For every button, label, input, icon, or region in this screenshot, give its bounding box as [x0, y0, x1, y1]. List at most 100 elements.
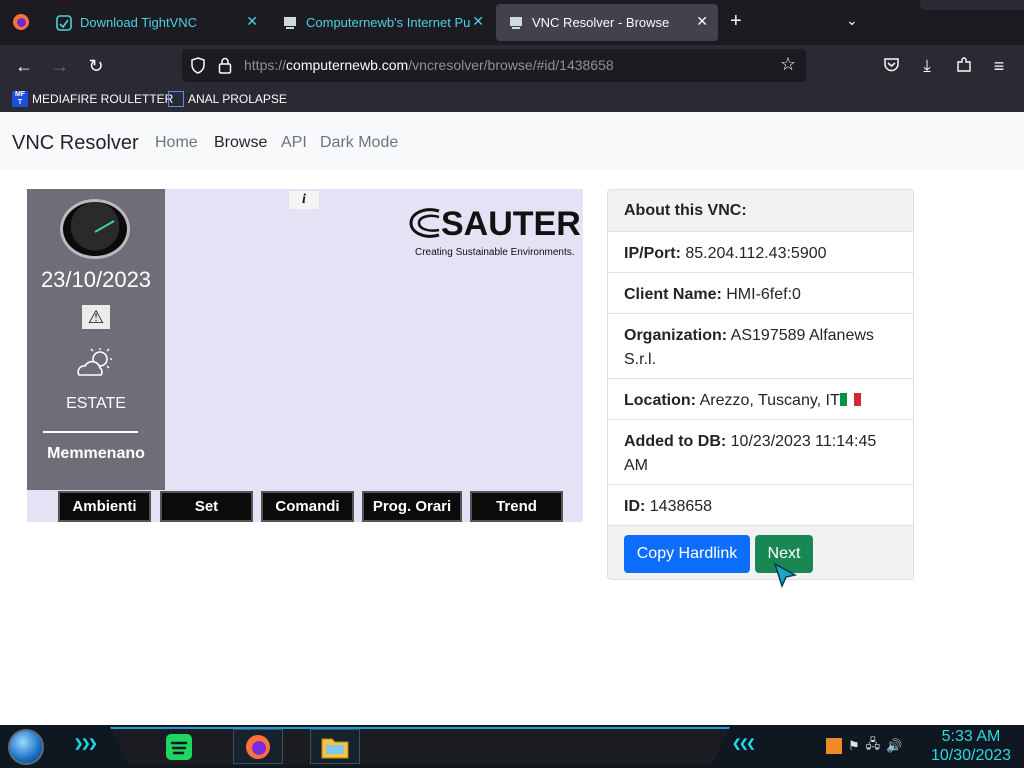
site-brand[interactable]: VNC Resolver: [12, 132, 139, 155]
firefox-icon: [246, 734, 270, 759]
field-value: Arezzo, Tuscany, IT: [699, 392, 840, 409]
tab-close-icon[interactable]: ✕: [472, 13, 484, 30]
copy-hardlink-button[interactable]: Copy Hardlink: [624, 535, 750, 573]
browser-tab-bar: Download TightVNC ✕ Computernewb's Inter…: [0, 0, 1024, 45]
nav-browse[interactable]: Browse: [214, 134, 267, 152]
nav-dark-mode[interactable]: Dark Mode: [320, 134, 398, 152]
tab-list-chevron-icon[interactable]: ⌄: [846, 12, 858, 29]
tab-label: Download TightVNC: [80, 15, 198, 30]
bookmark-label: MEDIAFIRE ROULETTER: [32, 92, 174, 106]
row-id: ID: 1438658: [608, 484, 913, 525]
info-icon: i: [289, 191, 319, 209]
row-organization: Organization: AS197589 Alfanews S.r.l.: [608, 313, 913, 378]
vnc-button-trend: Trend: [470, 491, 563, 522]
logo-tagline: Creating Sustainable Environments.: [415, 247, 575, 258]
taskbar-firefox[interactable]: [233, 729, 283, 764]
mouse-cursor-icon: [773, 562, 798, 589]
taskbar-clock[interactable]: 5:33 AM 10/30/2023: [924, 727, 1018, 765]
card-footer: Copy Hardlink Next: [608, 525, 913, 579]
flag-icon[interactable]: ⚑: [848, 738, 860, 754]
field-label: Organization:: [624, 327, 728, 344]
field-label: Client Name:: [624, 286, 722, 303]
back-arrow-icon[interactable]: ←: [11, 53, 37, 79]
logo-wordmark: SAUTER: [441, 205, 581, 243]
taskbar-decor-chevrons: ❮❮❮: [732, 738, 756, 750]
menu-hamburger-icon[interactable]: ≡: [986, 53, 1012, 79]
field-label: IP/Port:: [624, 245, 681, 262]
url-domain: computernewb.com: [286, 57, 409, 73]
field-label: Added to DB:: [624, 433, 727, 450]
row-ip-port: IP/Port: 85.204.112.43:5900: [608, 231, 913, 272]
clock-icon: [60, 199, 130, 259]
clock-time: 5:33 AM: [941, 728, 1001, 745]
site-navbar: VNC Resolver Home Browse API Dark Mode: [0, 112, 1024, 170]
vnc-screenshot: 23/10/2023 ⚠ ESTATE Memmenano i SAUTER C…: [27, 189, 583, 522]
forward-arrow-icon[interactable]: →: [47, 53, 73, 79]
lock-icon[interactable]: [218, 57, 232, 74]
mediafire-icon: MF T: [12, 91, 28, 107]
about-vnc-card: About this VNC: IP/Port: 85.204.112.43:5…: [607, 189, 914, 580]
vnc-button-set: Set: [160, 491, 253, 522]
tray-app-icon[interactable]: [826, 738, 842, 754]
url-bar[interactable]: https://computernewb.com/vncresolver/bro…: [182, 49, 806, 82]
field-label: Location:: [624, 392, 696, 409]
field-value: 1438658: [649, 498, 713, 515]
taskbar-decor-chevrons: ❯❯❯: [74, 738, 98, 750]
bookmark-star-icon[interactable]: ☆: [780, 54, 796, 75]
tab-label: Computernewb's Internet Pub: [306, 15, 470, 30]
partly-sunny-icon: [77, 348, 112, 376]
url-text[interactable]: https://computernewb.com/vncresolver/bro…: [244, 57, 614, 73]
vnc-button-comandi: Comandi: [261, 491, 354, 522]
divider: [43, 431, 138, 433]
reload-icon[interactable]: ↻: [83, 53, 109, 79]
vnc-button-prog-orari: Prog. Orari: [362, 491, 462, 522]
extensions-icon[interactable]: [956, 57, 972, 73]
taskbar-spotify[interactable]: [154, 729, 204, 764]
firefox-icon[interactable]: [12, 13, 30, 31]
new-tab-button[interactable]: +: [730, 10, 742, 33]
volume-icon[interactable]: 🔊: [886, 738, 902, 754]
pocket-icon[interactable]: [883, 57, 900, 73]
nav-api[interactable]: API: [281, 134, 307, 152]
vnc-button-ambienti: Ambienti: [58, 491, 151, 522]
tab-close-icon[interactable]: ✕: [696, 13, 708, 30]
clock-date: 10/30/2023: [930, 747, 1012, 764]
vnc-place: Memmenano: [47, 445, 145, 462]
folder-icon: [321, 738, 349, 758]
sauter-swoosh-icon: [409, 208, 440, 238]
taskbar-file-explorer[interactable]: [310, 729, 360, 764]
computernewb-favicon-icon: [510, 16, 522, 29]
shield-icon[interactable]: [190, 57, 206, 74]
field-value: HMI-6fef:0: [726, 286, 801, 303]
row-added-to-db: Added to DB: 10/23/2023 11:14:45 AM: [608, 419, 913, 484]
card-header: About this VNC:: [608, 190, 913, 231]
field-label: ID:: [624, 498, 646, 515]
start-button[interactable]: [8, 729, 44, 765]
bookmark-label: ANAL PROLAPSE: [188, 92, 287, 106]
url-scheme: https://: [244, 57, 287, 73]
system-tray: ⚑ 🖧 🔊: [826, 735, 902, 757]
tab-close-icon[interactable]: ✕: [246, 13, 258, 30]
tab-vnc-resolver-browse[interactable]: VNC Resolver - Browse ✕: [496, 4, 718, 41]
tab-computernewb-pub[interactable]: Computernewb's Internet Pub ✕: [270, 4, 494, 41]
window-controls[interactable]: [920, 0, 1024, 10]
network-icon[interactable]: 🖧: [866, 735, 881, 757]
warning-icon: ⚠: [82, 305, 110, 329]
bookmark-icon: [168, 91, 184, 107]
bookmark-mediafire-rouletter[interactable]: MF T MEDIAFIRE ROULETTER: [12, 90, 173, 108]
row-location: Location: Arezzo, Tuscany, IT: [608, 378, 913, 419]
bookmark-anal-prolapse[interactable]: ANAL PROLAPSE: [168, 90, 287, 108]
tab-label: VNC Resolver - Browse: [532, 15, 670, 30]
computernewb-favicon-icon: [284, 16, 296, 29]
vnc-season: ESTATE: [66, 395, 126, 412]
nav-home[interactable]: Home: [155, 134, 198, 152]
spotify-icon: [166, 733, 192, 760]
vnc-date: 23/10/2023: [40, 267, 152, 292]
tightvnc-favicon-icon: [56, 14, 72, 31]
downloads-icon[interactable]: ⤓: [914, 53, 940, 79]
italy-flag-icon: [839, 393, 861, 406]
url-path: /vncresolver/browse/#id/1438658: [408, 57, 614, 73]
bookmarks-toolbar: MF T MEDIAFIRE ROULETTER ANAL PROLAPSE: [0, 86, 1024, 112]
row-client-name: Client Name: HMI-6fef:0: [608, 272, 913, 313]
tab-download-tightvnc[interactable]: Download TightVNC ✕: [44, 4, 268, 41]
